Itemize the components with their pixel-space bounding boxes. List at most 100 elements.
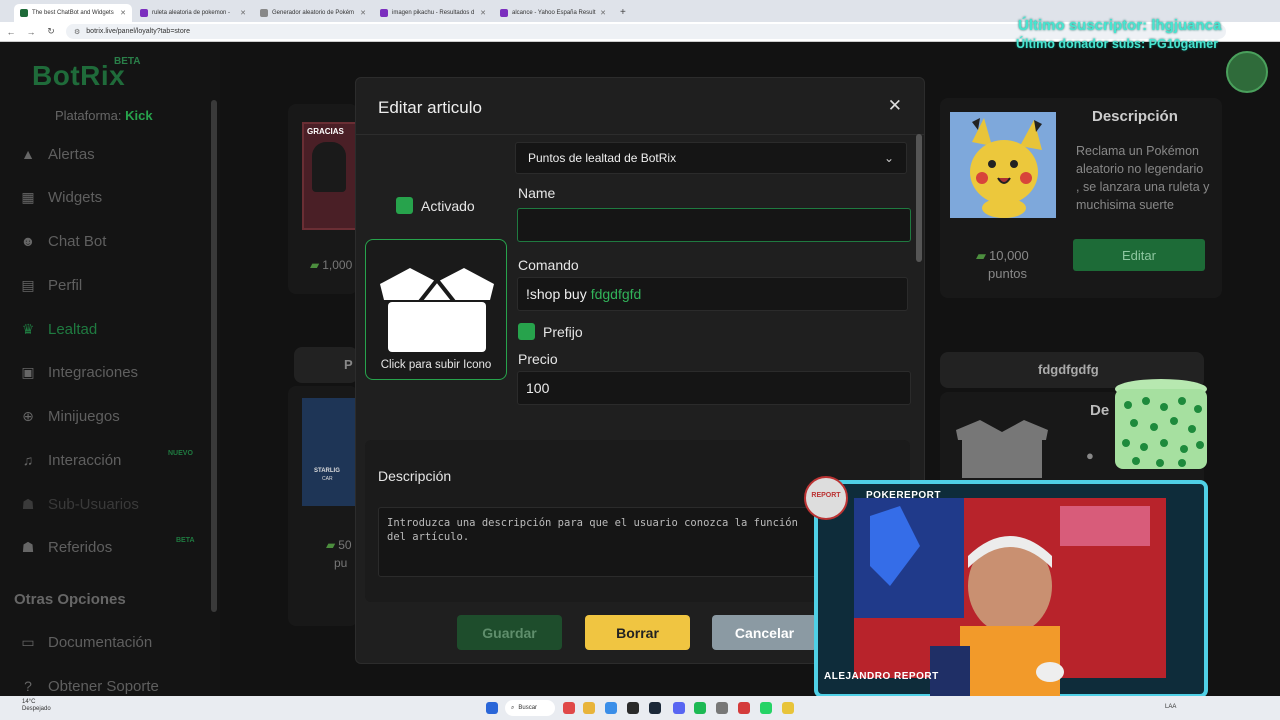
app-icon[interactable]: [563, 702, 575, 714]
coins-icon: ▰: [976, 248, 986, 263]
platform-label: Plataforma:: [55, 108, 122, 123]
price-unit: pu: [334, 556, 348, 570]
start-icon[interactable]: [486, 702, 498, 714]
help-icon: ?: [24, 678, 32, 694]
currency-select-value: Puntos de lealtad de BotRix: [528, 151, 677, 165]
tab-favicon-icon: [260, 9, 268, 17]
avatar: [1226, 51, 1268, 93]
sidebar-item-perfil[interactable]: ▤ Perfil: [20, 273, 82, 297]
delete-button[interactable]: Borrar: [585, 615, 690, 650]
prefijo-checkbox[interactable]: [518, 323, 535, 340]
box-icon: [956, 420, 1048, 478]
back-icon[interactable]: ←: [6, 27, 16, 37]
modal-scrollbar[interactable]: [916, 134, 922, 262]
upload-icon-button[interactable]: Click para subir Icono: [365, 239, 507, 380]
close-tab-icon[interactable]: ✕: [600, 9, 606, 17]
close-icon[interactable]: ✕: [888, 96, 902, 116]
store-item-image: STARLIG CAR: [302, 398, 358, 506]
comando-prefix: !shop buy: [526, 286, 587, 302]
chat-icon: ●: [1086, 448, 1094, 463]
botrix-logo[interactable]: BotRix: [32, 60, 125, 92]
sidebar-item-lealtad[interactable]: ♛ Lealtad: [20, 317, 98, 341]
browser-tab[interactable]: imagen pikachu - Resultados d ✕: [374, 4, 492, 22]
search-label: Buscar: [518, 705, 538, 711]
pikachu-icon: [950, 112, 1056, 218]
new-tab-button[interactable]: +: [614, 4, 632, 22]
tab-favicon-icon: [140, 9, 148, 17]
steam-icon[interactable]: [649, 702, 661, 714]
sidebar-item-subusuarios[interactable]: ☗ Sub-Usuarios: [20, 492, 139, 516]
browser-tab[interactable]: The best ChatBot and Widgets ✕: [14, 4, 132, 22]
activado-label: Activado: [421, 198, 475, 214]
sidebar-item-chatbot[interactable]: ☻ Chat Bot: [20, 229, 107, 253]
store-card: STARLIG CAR ▰ 50 pu: [288, 386, 358, 626]
comando-field[interactable]: !shop buy fdgdfgfd: [517, 277, 908, 311]
browser-tab[interactable]: ruleta aleatoria de pokemon - ✕: [134, 4, 252, 22]
url-text: botrix.live/panel/loyalty?tab=store: [86, 28, 190, 35]
sidebar-item-minijuegos[interactable]: ⊕ Minijuegos: [20, 404, 120, 428]
sidebar-item-interaccion[interactable]: ♫ Interacción: [20, 448, 122, 472]
sidebar-item-documentacion[interactable]: ▭ Documentación: [20, 630, 152, 654]
cancel-button[interactable]: Cancelar: [712, 615, 817, 650]
activado-checkbox[interactable]: [396, 197, 413, 214]
store-card-price: ▰ 1,000: [310, 258, 352, 272]
sidebar-item-label: Lealtad: [48, 320, 98, 338]
app-icon[interactable]: [782, 702, 794, 714]
precio-label: Precio: [518, 351, 558, 367]
whatsapp-icon[interactable]: [760, 702, 772, 714]
image-caption: STARLIG: [314, 468, 340, 474]
webcam-frame: [814, 480, 1208, 698]
descripcion-textarea[interactable]: Introduzca una descripción para que el u…: [378, 507, 818, 577]
sidebar-scrollbar[interactable]: [211, 100, 217, 612]
store-card-price: ▰ 50: [326, 538, 352, 552]
price-unit: puntos: [988, 266, 1028, 281]
sidebar-item-soporte[interactable]: ? Obtener Soporte: [20, 674, 159, 698]
store-item-image: GRACIAS: [302, 122, 358, 230]
close-tab-icon[interactable]: ✕: [240, 9, 246, 17]
search-icon: ⌕: [511, 704, 515, 711]
app-icon[interactable]: [738, 702, 750, 714]
other-options-heading: Otras Opciones: [14, 591, 126, 608]
close-tab-icon[interactable]: ✕: [120, 9, 126, 17]
sidebar-item-alertas[interactable]: ▲ Alertas: [20, 142, 95, 166]
close-tab-icon[interactable]: ✕: [360, 9, 366, 17]
tab-label: The best ChatBot and Widgets: [32, 10, 114, 16]
browser-tab[interactable]: Generador aleatorio de Pokém ✕: [254, 4, 372, 22]
image-subcaption: CAR: [322, 476, 333, 482]
sidebar-item-integraciones[interactable]: ▣ Integraciones: [20, 360, 138, 384]
sidebar-item-widgets[interactable]: ▦ Widgets: [20, 185, 102, 209]
beta-badge: BETA: [176, 537, 195, 544]
close-tab-icon[interactable]: ✕: [480, 9, 486, 17]
app-icon[interactable]: [605, 702, 617, 714]
pikachu-image: [950, 112, 1056, 218]
store-card-header: P: [294, 347, 358, 383]
reload-icon[interactable]: ↻: [46, 26, 56, 37]
card-title: fdgdfgdfg: [1038, 362, 1099, 377]
store-card-pikachu: Descripción Reclama un Pokémon aleatorio…: [940, 98, 1222, 298]
save-button[interactable]: Guardar: [457, 615, 562, 650]
edit-button[interactable]: Editar: [1073, 239, 1205, 271]
system-tray-lang[interactable]: LAA: [1165, 704, 1176, 710]
taskbar-search[interactable]: ⌕ Buscar: [505, 700, 555, 716]
store-card-price: ▰ 10,000: [976, 248, 1029, 264]
currency-select[interactable]: Puntos de lealtad de BotRix ⌄: [515, 142, 907, 174]
site-info-icon[interactable]: ⚙: [74, 28, 80, 36]
price-value: 50: [338, 538, 352, 552]
terminal-icon[interactable]: [627, 702, 639, 714]
music-icon: ♫: [22, 452, 34, 468]
browser-icon[interactable]: [583, 702, 595, 714]
sidebar-item-referidos[interactable]: ☗ Referidos: [20, 535, 112, 559]
app-icon[interactable]: [716, 702, 728, 714]
spotify-icon[interactable]: [694, 702, 706, 714]
discord-icon[interactable]: [673, 702, 685, 714]
precio-field[interactable]: 100: [517, 371, 911, 405]
modal-divider: [356, 134, 924, 135]
sidebar-item-label: Interacción: [48, 451, 122, 469]
name-field[interactable]: [517, 208, 911, 242]
forward-icon[interactable]: →: [26, 27, 36, 37]
browser-tab[interactable]: alcance - Yahoo España Result ✕: [494, 4, 612, 22]
weather-widget[interactable]: 14°C Despejado: [22, 699, 51, 713]
last-donor-overlay: Último donador subs: PG10gamer: [1016, 37, 1219, 51]
report-mascot: REPORT: [804, 476, 848, 520]
platform-value[interactable]: Kick: [125, 108, 152, 123]
